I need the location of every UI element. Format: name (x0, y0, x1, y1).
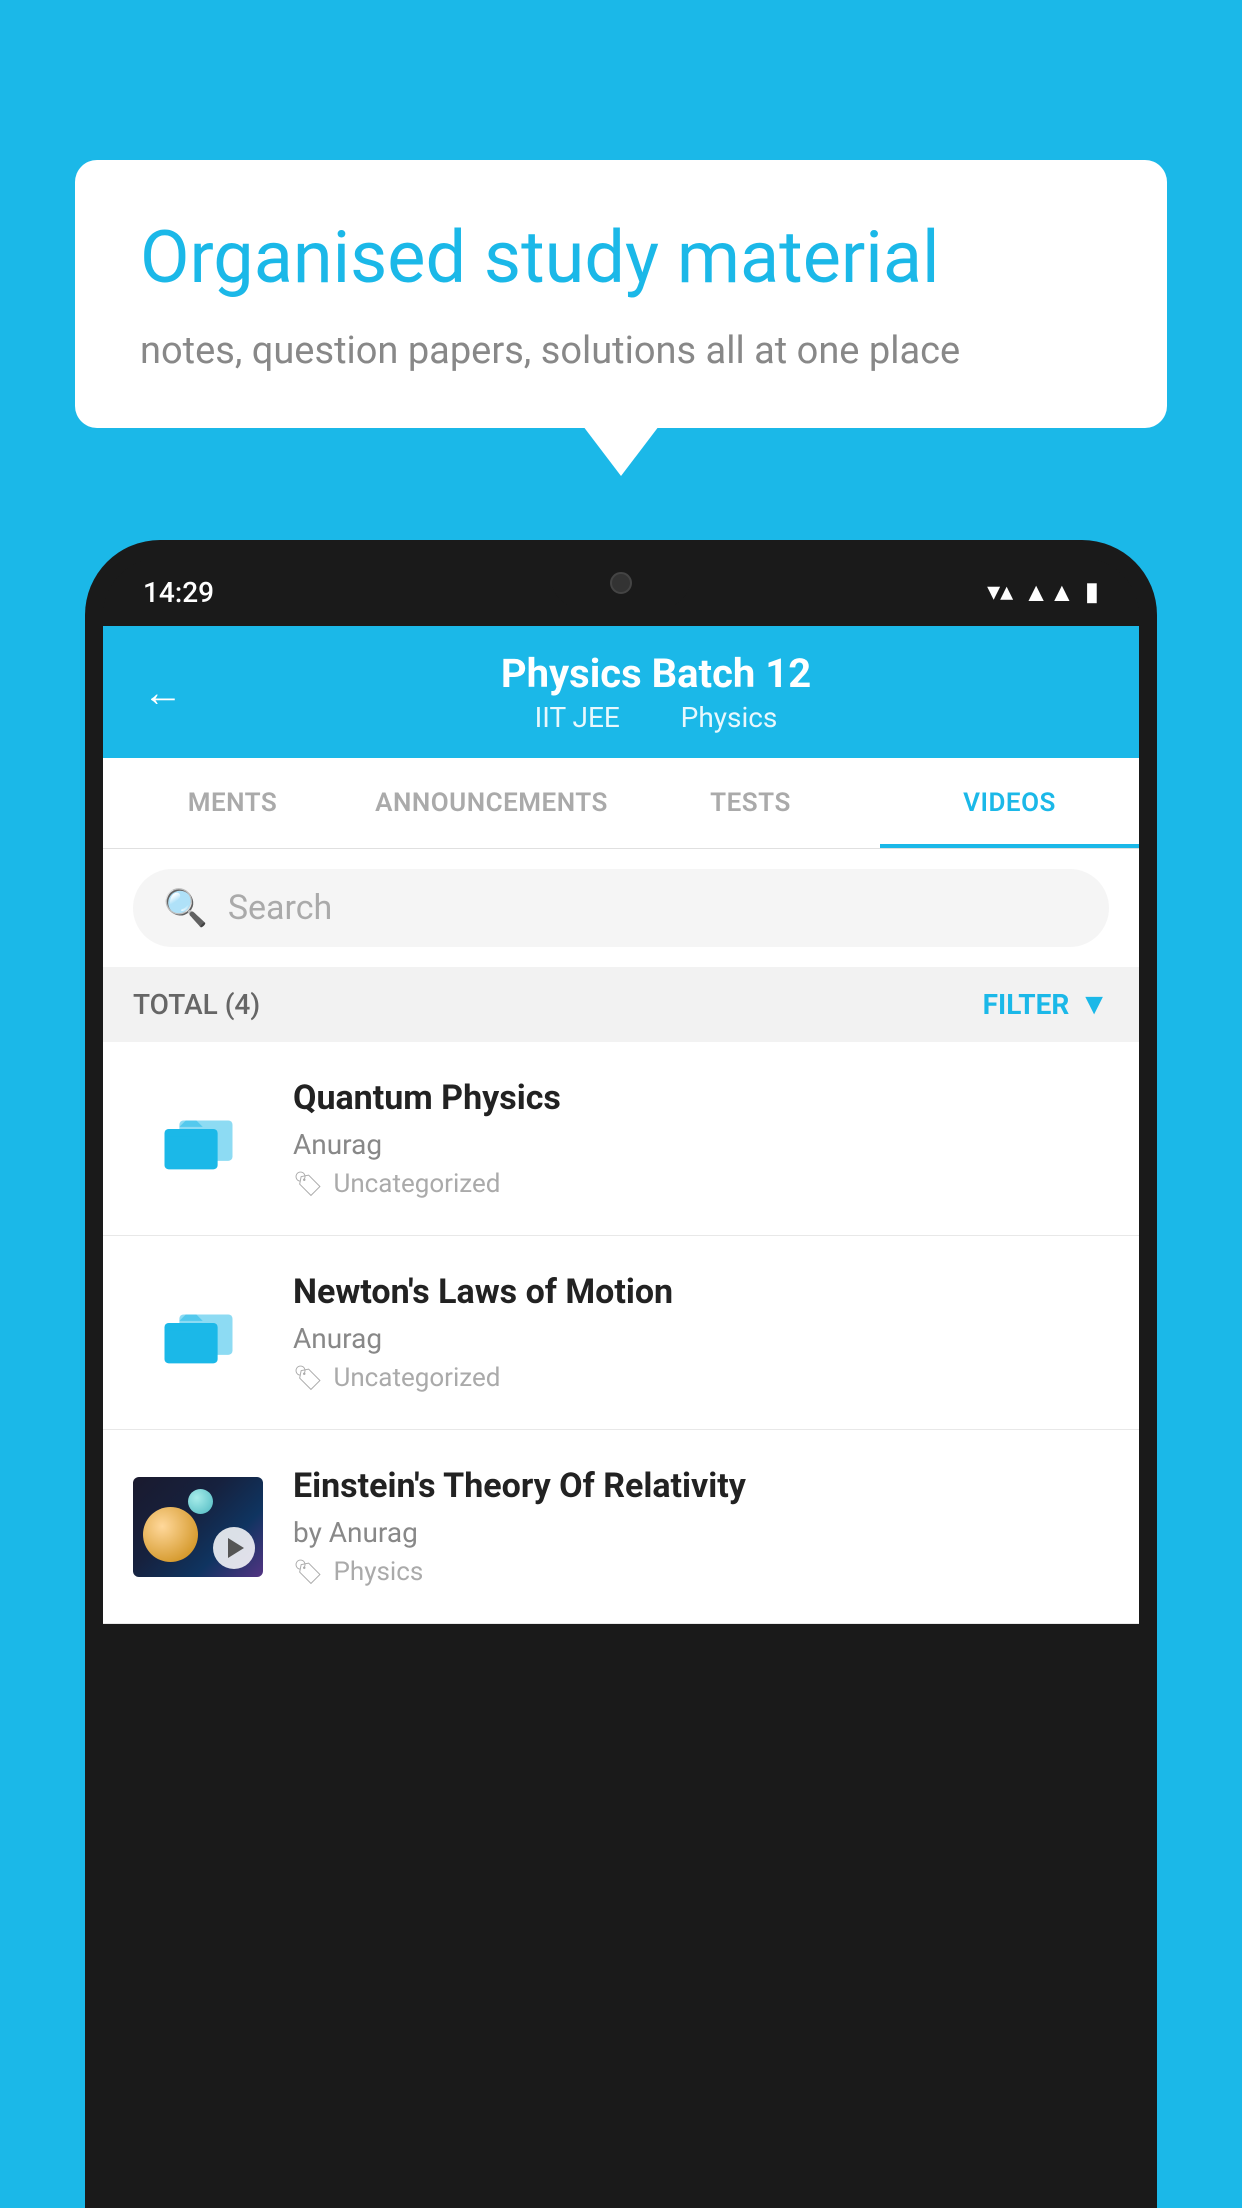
video-info: Newton's Laws of Motion Anurag 🏷 Uncateg… (293, 1272, 1109, 1393)
phone-notch (551, 558, 691, 608)
list-item[interactable]: Quantum Physics Anurag 🏷 Uncategorized (103, 1042, 1139, 1236)
header-text: Physics Batch 12 IIT JEE Physics (213, 650, 1099, 734)
video-title: Einstein's Theory Of Relativity (293, 1466, 1109, 1506)
tab-videos[interactable]: VIDEOS (880, 758, 1139, 848)
signal-icon: ▲▲ (1023, 577, 1074, 608)
tag-text: Uncategorized (333, 1363, 500, 1393)
filter-icon: ▼ (1079, 987, 1109, 1022)
battery-icon: ▮ (1085, 577, 1099, 607)
video-thumbnail (133, 1477, 263, 1577)
video-title: Newton's Laws of Motion (293, 1272, 1109, 1312)
phone-outer: 14:29 ▾▴ ▲▲ ▮ ← Physics Batch 12 IIT JEE (85, 540, 1157, 2208)
tab-tests[interactable]: TESTS (621, 758, 880, 848)
list-item[interactable]: Newton's Laws of Motion Anurag 🏷 Uncateg… (103, 1236, 1139, 1430)
tag-icon: 🏷 (293, 1364, 323, 1392)
wifi-icon: ▾▴ (987, 577, 1013, 607)
header-subtitle-physics: Physics (681, 701, 778, 734)
phone-mockup: 14:29 ▾▴ ▲▲ ▮ ← Physics Batch 12 IIT JEE (85, 540, 1157, 2208)
video-title: Quantum Physics (293, 1078, 1109, 1118)
video-info: Quantum Physics Anurag 🏷 Uncategorized (293, 1078, 1109, 1199)
tab-ments[interactable]: MENTS (103, 758, 362, 848)
video-author: Anurag (293, 1322, 1109, 1355)
video-author: by Anurag (293, 1516, 1109, 1549)
phone-screen: ← Physics Batch 12 IIT JEE Physics MENTS… (103, 626, 1139, 1624)
filter-bar: TOTAL (4) FILTER ▼ (103, 967, 1139, 1042)
header-subtitle-iitjee: IIT JEE (535, 701, 620, 734)
video-tag: 🏷 Uncategorized (293, 1169, 1109, 1199)
header-subtitle-sep (647, 701, 661, 734)
folder-icon-container (133, 1089, 263, 1189)
video-tag: 🏷 Physics (293, 1557, 1109, 1587)
thumbnail-image (133, 1477, 263, 1577)
video-list: Quantum Physics Anurag 🏷 Uncategorized (103, 1042, 1139, 1624)
app-header: ← Physics Batch 12 IIT JEE Physics (103, 626, 1139, 758)
bubble-subtitle: notes, question papers, solutions all at… (140, 329, 1102, 373)
status-icons: ▾▴ ▲▲ ▮ (987, 577, 1099, 608)
search-input[interactable]: Search (228, 888, 332, 928)
tag-text: Uncategorized (333, 1169, 500, 1199)
tag-icon: 🏷 (293, 1170, 323, 1198)
tag-icon: 🏷 (293, 1558, 323, 1586)
folder-icon (156, 1096, 241, 1181)
tag-text: Physics (333, 1557, 423, 1587)
phone-time: 14:29 (143, 576, 214, 609)
search-container: 🔍 Search (103, 849, 1139, 967)
search-bar[interactable]: 🔍 Search (133, 869, 1109, 947)
bubble-title: Organised study material (140, 215, 1102, 301)
camera (610, 572, 632, 594)
video-info: Einstein's Theory Of Relativity by Anura… (293, 1466, 1109, 1587)
speech-bubble: Organised study material notes, question… (75, 160, 1167, 428)
list-item[interactable]: Einstein's Theory Of Relativity by Anura… (103, 1430, 1139, 1624)
total-count: TOTAL (4) (133, 988, 260, 1021)
header-subtitle: IIT JEE Physics (213, 701, 1099, 734)
tab-announcements[interactable]: ANNOUNCEMENTS (362, 758, 621, 848)
header-title: Physics Batch 12 (213, 650, 1099, 697)
folder-icon-container (133, 1283, 263, 1383)
speech-bubble-section: Organised study material notes, question… (75, 160, 1167, 428)
play-icon (228, 1538, 244, 1558)
planet-1 (143, 1507, 198, 1562)
search-icon: 🔍 (163, 887, 208, 929)
filter-button[interactable]: FILTER ▼ (983, 987, 1109, 1022)
play-button[interactable] (213, 1527, 255, 1569)
filter-label: FILTER (983, 988, 1070, 1021)
video-tag: 🏷 Uncategorized (293, 1363, 1109, 1393)
video-author: Anurag (293, 1128, 1109, 1161)
planet-2 (188, 1489, 213, 1514)
tabs-bar: MENTS ANNOUNCEMENTS TESTS VIDEOS (103, 758, 1139, 849)
folder-icon (156, 1290, 241, 1375)
phone-status-bar: 14:29 ▾▴ ▲▲ ▮ (103, 558, 1139, 626)
back-button[interactable]: ← (143, 669, 183, 716)
